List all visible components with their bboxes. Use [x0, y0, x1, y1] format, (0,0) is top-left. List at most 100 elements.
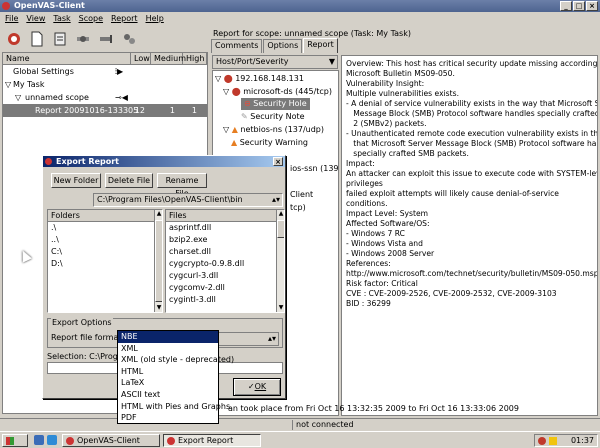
new-icon[interactable] [27, 29, 47, 49]
port-row[interactable]: ▽ ⬤ microsoft-ds (445/tcp) [223, 86, 332, 98]
system-tray: 01:37 [534, 434, 598, 447]
check-icon: ✓ [247, 382, 255, 391]
tab-comments[interactable]: Comments [211, 39, 263, 53]
files-scrollbar[interactable]: ▲ ▼ [276, 210, 284, 312]
low-count: 12 [134, 106, 145, 115]
finding-row[interactable]: ✎ Security Note [241, 111, 305, 123]
expander-icon[interactable]: ▽ [223, 125, 232, 134]
browser-icon[interactable] [47, 435, 57, 445]
menu-task[interactable]: Task [53, 12, 70, 25]
format-option-xml[interactable]: XML [118, 343, 218, 355]
port-row[interactable]: ▽ ▲ netbios-ns (137/udp) [223, 124, 324, 136]
plugins-icon[interactable] [73, 29, 93, 49]
folders-list[interactable]: Folders .\ ..\ C:\ D:\ ▲ ▼ [47, 209, 163, 313]
dialog-titlebar[interactable]: Export Report × [43, 156, 285, 167]
tree-row-unnamed-scope[interactable]: ▽ unnamed scope ⊸◀ [3, 91, 207, 104]
files-list[interactable]: Files asprintf.dll bzip2.exe charset.dll… [165, 209, 285, 313]
expander-icon[interactable]: ▽ [223, 87, 232, 96]
tab-bar: Comments Options Report [211, 38, 339, 53]
menu-help[interactable]: Help [146, 12, 164, 25]
col-name[interactable]: Name [3, 53, 131, 64]
folder-item[interactable]: D:\ [48, 258, 162, 270]
rename-file-button[interactable]: Rename File [157, 173, 207, 198]
format-option-html[interactable]: HTML [118, 366, 218, 378]
folder-item[interactable]: ..\ [48, 234, 162, 246]
delete-file-button[interactable]: Delete File [105, 173, 153, 188]
window-title: OpenVAS-Client [14, 1, 85, 10]
scroll-down-icon[interactable]: ▼ [155, 304, 162, 312]
tab-report[interactable]: Report [303, 38, 338, 53]
expander-icon[interactable]: ▽ [3, 78, 13, 91]
format-dropdown-list[interactable]: NBE XML XML (old style - deprecated) HTM… [117, 330, 234, 424]
scan-icon[interactable] [119, 29, 139, 49]
maximize-button[interactable]: □ [573, 1, 585, 11]
expander-icon[interactable]: ▽ [3, 91, 25, 104]
taskbar: OpenVAS-Client Export Report 01:37 [0, 431, 600, 448]
tree-row-global-settings[interactable]: Global Settings ⫶▶ [3, 65, 207, 78]
scroll-thumb[interactable] [155, 220, 162, 302]
high-risk-icon: ⬤ [231, 87, 241, 96]
minimize-button[interactable]: _ [560, 1, 572, 11]
port-row[interactable]: tcp) [290, 202, 306, 214]
col-medium[interactable]: Medium [151, 53, 186, 64]
finding-row[interactable]: ▲ Security Warning [231, 137, 308, 149]
file-item[interactable]: cygcomv-2.dll [166, 282, 284, 294]
menu-file[interactable]: File [5, 12, 18, 25]
start-button[interactable] [2, 434, 28, 447]
settings-icon[interactable] [96, 29, 116, 49]
high-risk-icon: ⬤ [223, 74, 233, 83]
open-icon[interactable] [50, 29, 70, 49]
taskbar-item-export-report[interactable]: Export Report [163, 434, 261, 447]
folders-scrollbar[interactable]: ▲ ▼ [154, 210, 162, 312]
menu-scope[interactable]: Scope [79, 12, 103, 25]
scroll-thumb[interactable] [277, 220, 284, 238]
format-option-nbe[interactable]: NBE [118, 331, 218, 343]
menu-report[interactable]: Report [111, 12, 138, 25]
tray-app-icon[interactable] [538, 437, 546, 445]
file-item[interactable]: cygcurl-3.dll [166, 270, 284, 282]
file-item[interactable]: bzip2.exe [166, 234, 284, 246]
warning-icon: ▲ [231, 138, 238, 147]
file-item[interactable]: asprintf.dll [166, 222, 284, 234]
col-low[interactable]: Low [131, 53, 151, 64]
close-button[interactable]: × [586, 1, 598, 11]
file-item[interactable]: cygintl-3.dll [166, 294, 284, 306]
show-desktop-icon[interactable] [34, 435, 44, 445]
scroll-up-icon[interactable]: ▲ [277, 210, 284, 218]
host-port-severity-select[interactable]: Host/Port/Severity ▼ [212, 55, 338, 69]
tree-row-my-task[interactable]: ▽ My Task [3, 78, 207, 91]
port-row[interactable]: ios-ssn (139/tcp) [290, 163, 338, 175]
finding-row-selected[interactable]: ⊖ Security Hole [241, 98, 310, 110]
format-option-pdf[interactable]: PDF [118, 412, 218, 424]
menu-view[interactable]: View [26, 12, 45, 25]
host-row[interactable]: ▽ ⬤ 192.168.148.131 [215, 73, 304, 85]
tray-volume-icon[interactable] [549, 437, 557, 445]
openvas-app-icon [45, 158, 52, 165]
tab-options[interactable]: Options [263, 39, 303, 53]
ok-button[interactable]: ✓OK [233, 378, 281, 396]
format-option-xml-old[interactable]: XML (old style - deprecated) [118, 354, 234, 366]
file-item[interactable]: cygcrypto-0.9.8.dll [166, 258, 284, 270]
security-hole-icon: ⊖ [244, 99, 251, 108]
format-option-ascii[interactable]: ASCII text [118, 389, 218, 401]
window-titlebar[interactable]: OpenVAS-Client _ □ × [0, 0, 600, 12]
format-option-latex[interactable]: LaTeX [118, 377, 218, 389]
col-high[interactable]: High [183, 53, 207, 64]
report-text[interactable]: Overview: This host has critical securit… [341, 55, 598, 416]
scroll-down-icon[interactable]: ▼ [277, 304, 284, 312]
scan-time-label: an took place from Fri Oct 16 13:32:35 2… [228, 404, 519, 413]
folder-item[interactable]: .\ [48, 222, 162, 234]
folder-item[interactable]: C:\ [48, 246, 162, 258]
scroll-up-icon[interactable]: ▲ [155, 210, 162, 218]
taskbar-item-openvas[interactable]: OpenVAS-Client [62, 434, 160, 447]
tree-row-report[interactable]: Report 20091016-133305 12 1 1 [3, 104, 207, 117]
path-select[interactable]: C:\Program Files\OpenVAS-Client\bin ▴▾ [93, 193, 283, 207]
dialog-close-button[interactable]: × [273, 157, 283, 166]
expander-icon[interactable]: ▽ [215, 74, 224, 83]
new-folder-button[interactable]: New Folder [51, 173, 101, 188]
format-option-html-graphs[interactable]: HTML with Pies and Graphs [118, 401, 230, 413]
port-row[interactable]: Client [290, 189, 313, 201]
file-item[interactable]: charset.dll [166, 246, 284, 258]
connect-icon[interactable] [4, 29, 24, 49]
chevron-down-icon: ▴▾ [271, 195, 280, 204]
